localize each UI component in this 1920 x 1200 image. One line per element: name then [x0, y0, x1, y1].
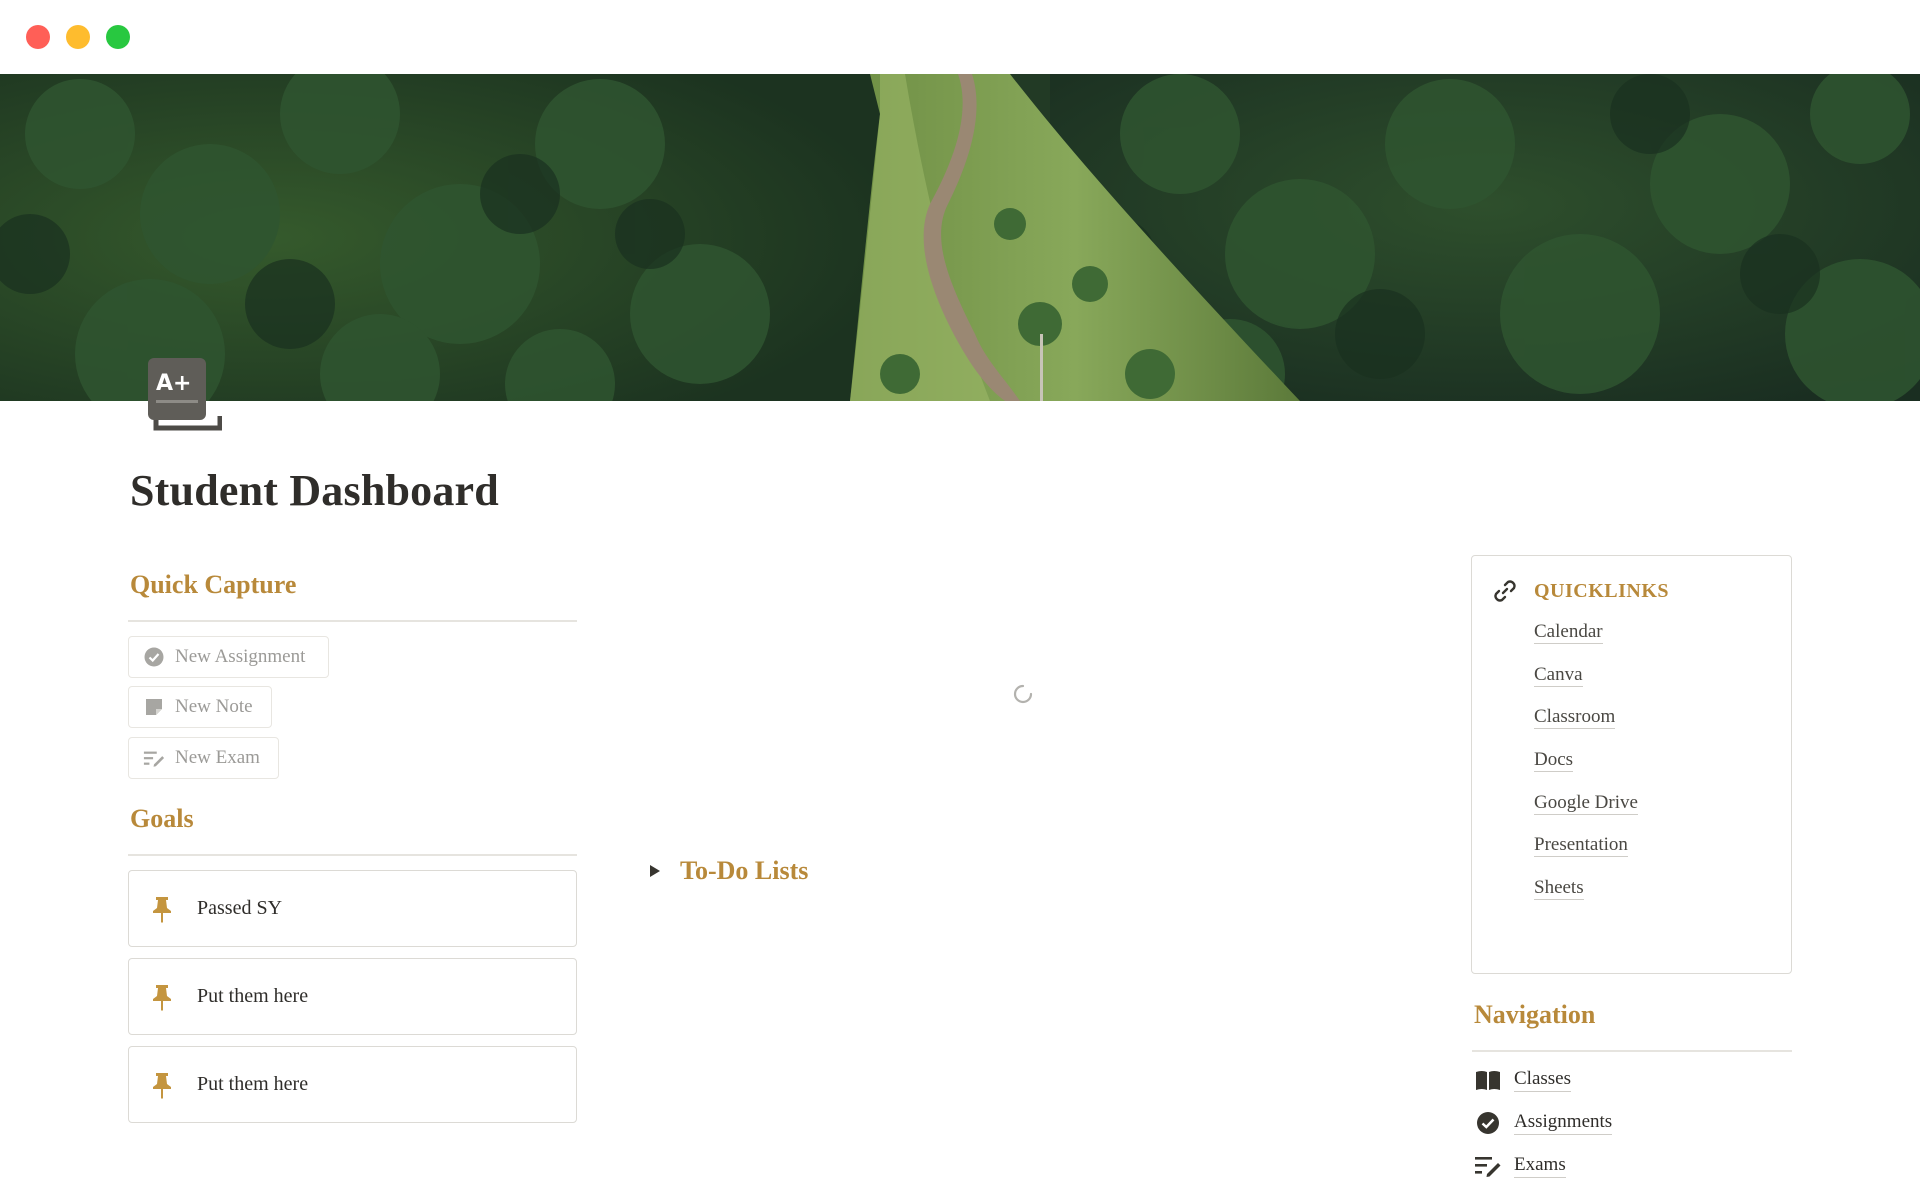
nav-item-assignments[interactable]: Assignments [1474, 1109, 1613, 1137]
quick-capture-heading: Quick Capture [130, 570, 297, 599]
nav-item-label: Assignments [1514, 1111, 1613, 1135]
goal-label: Put them here [197, 985, 309, 1007]
quicklink-sheets[interactable]: Sheets [1534, 874, 1638, 917]
nav-item-label: Exams [1514, 1154, 1566, 1178]
new-assignment-label: New Assignment [175, 646, 306, 667]
goals-divider [128, 854, 577, 856]
triangle-right-icon [650, 865, 660, 877]
new-note-button[interactable]: New Note [128, 686, 272, 728]
navigation-divider [1472, 1050, 1792, 1052]
nav-item-label: Classes [1514, 1068, 1571, 1092]
quicklinks-list: Calendar Canva Classroom Docs Google Dri… [1534, 618, 1638, 917]
nav-item-exams[interactable]: Exams [1474, 1152, 1566, 1180]
quicklinks-callout: QUICKLINKS Calendar Canva Classroom Docs… [1471, 555, 1792, 974]
close-window-button[interactable] [26, 25, 50, 49]
pin-icon [153, 896, 171, 923]
quicklink-classroom[interactable]: Classroom [1534, 703, 1638, 746]
goal-card[interactable]: Put them here [128, 1046, 577, 1123]
goal-card[interactable]: Put them here [128, 958, 577, 1035]
quicklink-google-drive[interactable]: Google Drive [1534, 789, 1638, 832]
new-note-label: New Note [175, 696, 253, 717]
note-icon [143, 696, 165, 718]
svg-text:A+: A+ [156, 371, 191, 396]
book-icon [1474, 1066, 1502, 1094]
quick-capture-divider [128, 620, 577, 622]
new-exam-label: New Exam [175, 747, 260, 768]
check-circle-icon [1474, 1109, 1502, 1137]
goal-card[interactable]: Passed SY [128, 870, 577, 947]
quicklinks-title: QUICKLINKS [1534, 579, 1670, 602]
loading-spinner-icon [1013, 684, 1033, 704]
todo-lists-toggle[interactable]: To-Do Lists [648, 856, 808, 886]
a-plus-grade-icon[interactable]: A+ [146, 356, 223, 436]
goal-label: Passed SY [197, 897, 283, 919]
edit-list-icon [1474, 1152, 1502, 1180]
link-icon [1494, 580, 1516, 602]
window-titlebar [0, 0, 1920, 74]
quicklink-canva[interactable]: Canva [1534, 661, 1638, 704]
quicklinks-header: QUICKLINKS [1492, 578, 1669, 604]
maximize-window-button[interactable] [106, 25, 130, 49]
goal-label: Put them here [197, 1073, 309, 1095]
new-assignment-button[interactable]: New Assignment [128, 636, 329, 678]
goals-heading: Goals [130, 804, 194, 833]
quicklink-calendar[interactable]: Calendar [1534, 618, 1638, 661]
pin-icon [153, 1072, 171, 1099]
new-exam-button[interactable]: New Exam [128, 737, 279, 779]
page-title: Student Dashboard [130, 466, 499, 515]
todo-lists-label: To-Do Lists [680, 856, 809, 885]
pin-icon [153, 984, 171, 1011]
nav-item-classes[interactable]: Classes [1474, 1066, 1571, 1094]
navigation-heading: Navigation [1474, 1000, 1596, 1029]
edit-list-icon [143, 747, 165, 769]
check-circle-icon [143, 646, 165, 668]
cover-image [0, 74, 1920, 401]
minimize-window-button[interactable] [66, 25, 90, 49]
quicklink-docs[interactable]: Docs [1534, 746, 1638, 789]
quicklink-presentation[interactable]: Presentation [1534, 831, 1638, 874]
